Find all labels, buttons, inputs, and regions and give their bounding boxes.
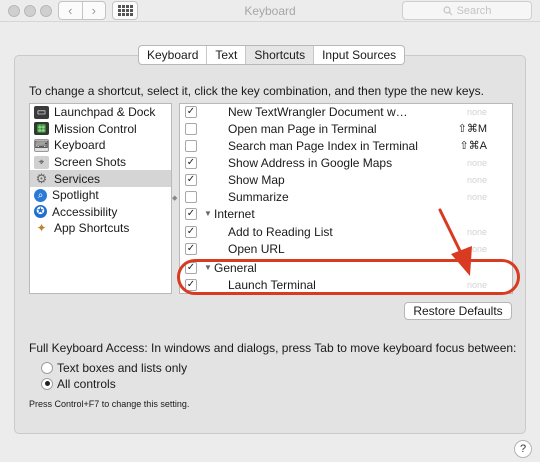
radio-label: All controls xyxy=(57,376,116,391)
annotation-arrow-icon xyxy=(438,208,472,276)
full-keyboard-access-text: Full Keyboard Access: In windows and dia… xyxy=(29,341,517,355)
tab-bar: Keyboard Text Shortcuts Input Sources xyxy=(138,45,406,65)
radio-button[interactable] xyxy=(41,361,53,374)
radio-button[interactable] xyxy=(41,377,53,390)
tab-text[interactable]: Text xyxy=(206,46,245,64)
help-button[interactable]: ? xyxy=(514,440,532,458)
tab-keyboard[interactable]: Keyboard xyxy=(139,46,206,64)
radio-text-boxes-only[interactable]: Text boxes and lists only xyxy=(41,360,187,375)
tab-shortcuts[interactable]: Shortcuts xyxy=(245,46,314,64)
radio-all-controls[interactable]: All controls xyxy=(41,376,116,391)
control-f7-hint: Press Control+F7 to change this setting. xyxy=(29,399,190,409)
radio-label: Text boxes and lists only xyxy=(57,360,188,375)
restore-defaults-button[interactable]: Restore Defaults xyxy=(404,302,512,320)
tab-input-sources[interactable]: Input Sources xyxy=(313,46,404,64)
